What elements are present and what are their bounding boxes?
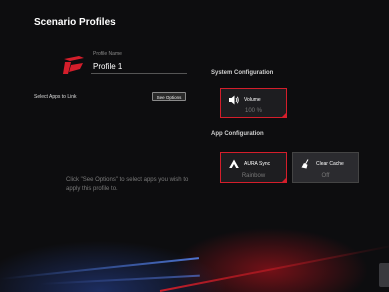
clear-cache-tile[interactable]: Clear Cache Off bbox=[292, 152, 359, 183]
volume-label: Volume bbox=[244, 97, 261, 103]
profile-name-underline bbox=[91, 73, 187, 74]
aura-sync-tile[interactable]: AURA Sync Rainbow bbox=[220, 152, 287, 183]
tile-corner-marker bbox=[282, 178, 286, 182]
see-options-button[interactable]: See Options bbox=[152, 92, 186, 101]
clear-cache-label: Clear Cache bbox=[316, 161, 344, 167]
select-apps-label: Select Apps to Link bbox=[34, 94, 77, 100]
volume-value: 100 % bbox=[244, 108, 262, 114]
profile-name-label: Profile Name bbox=[93, 51, 122, 57]
tile-corner-marker bbox=[282, 113, 286, 117]
system-configuration-title: System Configuration bbox=[211, 70, 274, 76]
volume-tile[interactable]: Volume 100 % bbox=[220, 88, 287, 118]
app-configuration-title: App Configuration bbox=[211, 131, 264, 137]
profile-name-field[interactable]: Profile 1 bbox=[93, 62, 122, 71]
broom-icon bbox=[301, 159, 309, 169]
speaker-icon bbox=[229, 95, 239, 105]
aura-sync-label: AURA Sync bbox=[244, 161, 271, 167]
aura-sync-value: Rainbow bbox=[241, 173, 266, 179]
aura-icon bbox=[229, 159, 239, 168]
profile-logo-icon bbox=[63, 56, 84, 74]
clear-cache-value: Off bbox=[321, 173, 330, 179]
page-title: Scenario Profiles bbox=[34, 17, 116, 28]
side-scroll-tab[interactable] bbox=[379, 263, 389, 287]
select-apps-hint: Click "See Options" to select apps you w… bbox=[66, 177, 189, 192]
